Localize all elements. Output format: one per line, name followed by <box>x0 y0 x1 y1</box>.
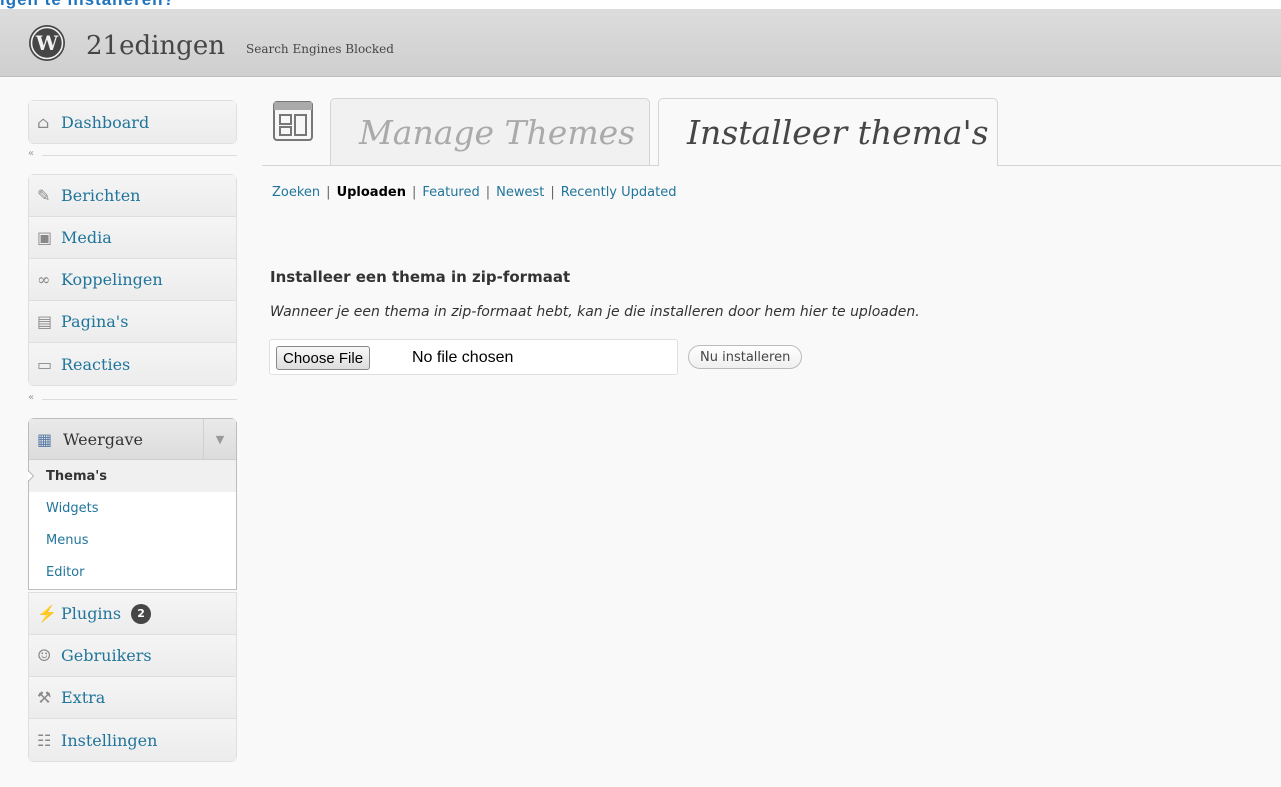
sidebar-item-label: Instellingen <box>61 730 158 750</box>
sidebar-item-reacties[interactable]: ▭ Reacties <box>29 343 236 385</box>
sidebar-item-label: Dashboard <box>61 112 150 132</box>
tab-manage-themes[interactable]: Manage Themes <box>330 98 650 165</box>
pushpin-icon: ✎ <box>37 186 51 205</box>
sidebar-item-label: Media <box>61 228 112 247</box>
sidebar-item-dashboard[interactable]: ⌂ Dashboard <box>29 101 236 143</box>
subnav-zoeken[interactable]: Zoeken <box>272 185 320 200</box>
subnav-uploaden[interactable]: Uploaden <box>337 185 406 200</box>
sidebar-item-instellingen[interactable]: ☷ Instellingen <box>29 719 236 761</box>
sidebar-item-label: Extra <box>61 688 106 707</box>
sidebar-item-gebruikers[interactable]: ☺ Gebruikers <box>29 635 236 677</box>
submenu-item-themas[interactable]: Thema's <box>28 460 236 492</box>
collapse-chevron-icon: « <box>28 148 35 159</box>
pages-icon: ▤ <box>37 312 53 331</box>
plugin-icon: ⚡ <box>37 604 57 623</box>
sidebar-item-koppelingen[interactable]: ∞ Koppelingen <box>29 259 236 301</box>
menu-group-content: ✎ Berichten ▣ Media ∞ Koppelingen ▤ Pagi… <box>28 174 237 386</box>
sidebar-item-plugins[interactable]: ⚡ Plugins 2 <box>29 593 236 635</box>
tab-install-themes[interactable]: Installeer thema's <box>658 98 998 166</box>
menu-group-weergave: ▦ Weergave ▼ Thema's Widgets Menus Edito… <box>28 418 237 590</box>
install-now-button[interactable]: Nu installeren <box>688 345 803 369</box>
collapse-chevron-icon: « <box>28 392 35 403</box>
submenu-item-editor[interactable]: Editor <box>29 556 236 588</box>
top-strip-text: igen te installeren? <box>0 0 175 9</box>
choose-file-button[interactable]: Choose File <box>276 346 371 370</box>
themes-page-icon <box>273 101 313 141</box>
comments-icon: ▭ <box>37 354 53 374</box>
menu-separator[interactable]: « <box>28 392 237 404</box>
subnav-newest[interactable]: Newest <box>496 185 544 200</box>
submenu-item-menus[interactable]: Menus <box>29 524 236 556</box>
menu-group-dashboard: ⌂ Dashboard <box>28 100 237 144</box>
menu-separator[interactable]: « <box>28 148 237 160</box>
subnav-recently-updated[interactable]: Recently Updated <box>561 185 677 200</box>
upload-heading: Installeer een thema in zip-formaat <box>270 268 571 286</box>
media-icon: ▣ <box>37 228 53 247</box>
users-icon: ☺ <box>37 646 52 665</box>
sidebar-item-paginas[interactable]: ▤ Pagina's <box>29 301 236 343</box>
sidebar-item-label: Koppelingen <box>61 270 163 289</box>
sidebar-item-label: Gebruikers <box>61 646 152 665</box>
site-name[interactable]: 21edingen <box>86 31 225 61</box>
submenu-item-widgets[interactable]: Widgets <box>29 492 236 524</box>
file-input[interactable]: Choose File No file chosen <box>269 339 678 375</box>
top-strip: igen te installeren? <box>0 0 1281 9</box>
sidebar-item-label: Reacties <box>61 354 131 374</box>
tools-icon: ⚒ <box>37 688 52 707</box>
svg-text:W: W <box>35 31 59 55</box>
appearance-icon: ▦ <box>37 429 53 449</box>
subnav-featured[interactable]: Featured <box>422 185 479 200</box>
sidebar-item-extra[interactable]: ⚒ Extra <box>29 677 236 719</box>
admin-header: W 21edingen Search Engines Blocked <box>0 9 1281 77</box>
wordpress-logo-icon[interactable]: W <box>28 24 66 62</box>
sidebar-item-media[interactable]: ▣ Media <box>29 217 236 259</box>
link-icon: ∞ <box>37 270 51 289</box>
sidebar-item-weergave[interactable]: ▦ Weergave ▼ <box>29 419 236 460</box>
submenu-toggle-icon[interactable]: ▼ <box>203 419 236 459</box>
settings-icon: ☷ <box>37 730 52 750</box>
sidebar-item-label: Pagina's <box>61 312 129 331</box>
sidebar-item-label: Berichten <box>61 186 141 205</box>
sidebar-item-berichten[interactable]: ✎ Berichten <box>29 175 236 217</box>
sidebar-item-label: Plugins <box>61 604 122 623</box>
menu-group-admin: ⚡ Plugins 2 ☺ Gebruikers ⚒ Extra ☷ Inste… <box>28 592 237 762</box>
home-icon: ⌂ <box>37 112 50 132</box>
install-subnav: Zoeken | Uploaden | Featured | Newest | Recently… <box>272 185 677 200</box>
update-count-badge: 2 <box>131 603 152 624</box>
search-engines-status: Search Engines Blocked <box>246 42 394 56</box>
no-file-label: No file chosen <box>412 349 514 366</box>
sidebar-item-label: Weergave <box>63 429 144 449</box>
upload-description: Wanneer je een thema in zip-formaat hebt… <box>270 304 920 320</box>
